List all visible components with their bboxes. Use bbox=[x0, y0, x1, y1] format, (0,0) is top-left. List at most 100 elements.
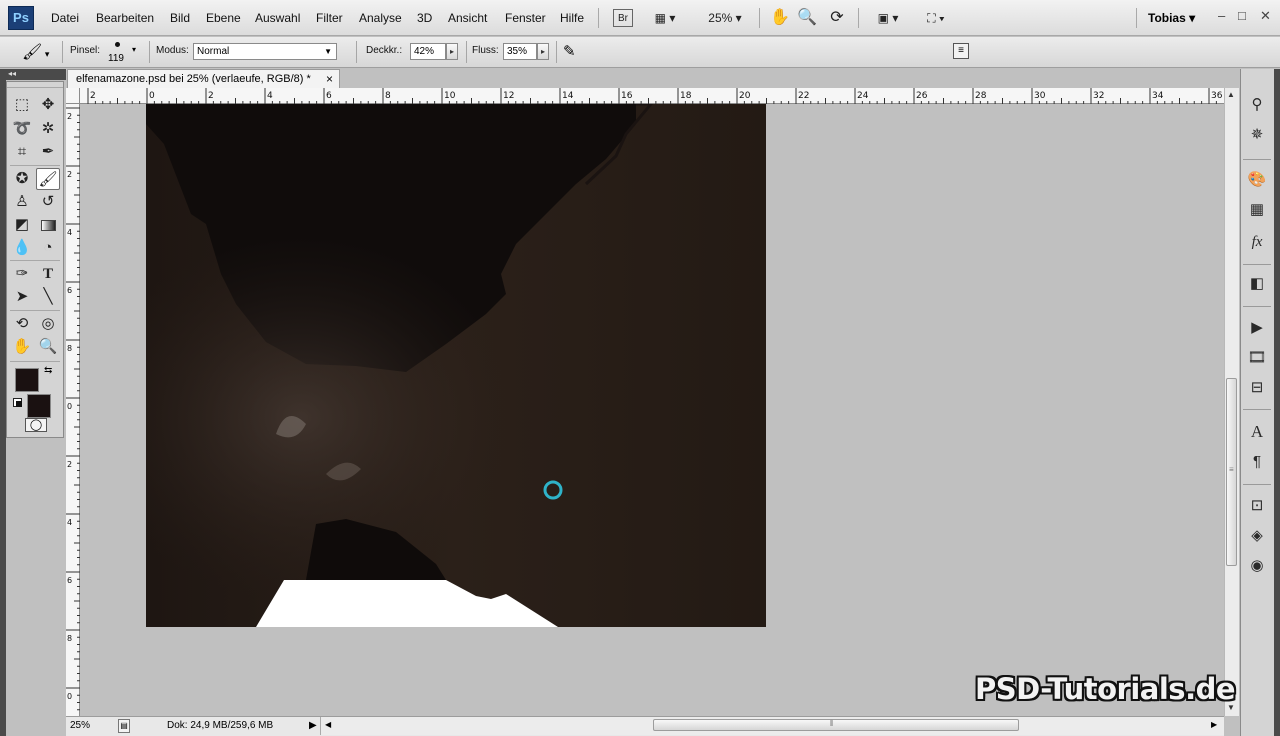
dodge-tool[interactable]: ◔ bbox=[36, 237, 60, 259]
move-tool[interactable]: ✥ bbox=[36, 94, 60, 116]
color-panel-button[interactable]: 🎨 bbox=[1245, 169, 1269, 191]
swatches-panel-button[interactable]: ▦ bbox=[1245, 199, 1269, 221]
opacity-slider-button[interactable]: ▸ bbox=[446, 43, 458, 60]
horizontal-scroll-thumb[interactable]: ⦀ bbox=[653, 719, 1019, 731]
dock-separator bbox=[1243, 409, 1271, 410]
workspace-switcher[interactable]: Tobias ▾ bbox=[1148, 11, 1195, 25]
quick-mask-button[interactable]: ◯ bbox=[25, 418, 47, 432]
zoom-tool-button[interactable]: 🔍 bbox=[797, 8, 817, 28]
history-brush-tool[interactable]: ↺ bbox=[36, 191, 60, 213]
swap-colors-button[interactable]: ⇆ bbox=[44, 365, 52, 376]
navigator-button[interactable]: ✵ bbox=[1245, 124, 1269, 146]
layers-panel-button[interactable]: ◈ bbox=[1245, 525, 1269, 547]
hand-tool-button[interactable]: ✋ bbox=[770, 8, 790, 28]
type-tool[interactable]: T bbox=[36, 263, 60, 285]
toolbox-grip[interactable] bbox=[7, 82, 63, 88]
menu-auswahl[interactable]: Auswahl bbox=[255, 11, 300, 25]
eraser-tool[interactable]: ◩ bbox=[10, 214, 34, 236]
rotate-view-button[interactable]: ⟳ bbox=[827, 8, 847, 28]
options-separator bbox=[62, 41, 63, 63]
magic-wand-tool[interactable]: ✲ bbox=[36, 118, 60, 140]
status-doc-button[interactable]: ▤ bbox=[118, 719, 130, 733]
paragraph-panel-button[interactable]: ¶ bbox=[1245, 451, 1269, 473]
flow-slider-button[interactable]: ▸ bbox=[537, 43, 549, 60]
minimize-button[interactable]: – bbox=[1218, 8, 1225, 23]
ruler-label: 4 bbox=[267, 91, 273, 101]
timeline-panel-button[interactable]: ⊟ bbox=[1245, 377, 1269, 399]
menu-analyse[interactable]: Analyse bbox=[359, 11, 402, 25]
history-brush-icon: ↺ bbox=[41, 193, 55, 210]
maximize-button[interactable]: □ bbox=[1238, 8, 1246, 23]
animation-panel-button[interactable]: 🎞 bbox=[1245, 347, 1269, 369]
close-tab-button[interactable]: × bbox=[326, 70, 333, 88]
blur-tool[interactable]: 💧 bbox=[10, 237, 34, 259]
hand-icon: ✋ bbox=[12, 338, 32, 355]
screen-mode-icon: ⛶ ▾ bbox=[927, 11, 945, 25]
brush-panel-toggle[interactable]: ≡ bbox=[953, 43, 969, 59]
arrange-documents-button[interactable]: ▣ ▾ bbox=[870, 8, 906, 28]
lasso-tool[interactable]: ➰ bbox=[10, 118, 34, 140]
ruler-origin[interactable] bbox=[66, 88, 80, 104]
airbrush-toggle[interactable]: ✎ bbox=[563, 42, 576, 60]
adjustments-panel-button[interactable]: ◧ bbox=[1245, 273, 1269, 295]
opacity-field[interactable]: 42% bbox=[410, 43, 446, 60]
path-selection-tool[interactable]: ➤ bbox=[10, 286, 34, 308]
tool-separator bbox=[10, 165, 60, 166]
tool-separator bbox=[10, 260, 60, 261]
screen-mode-button[interactable]: ⛶ ▾ bbox=[918, 8, 954, 28]
mode-dropdown[interactable]: Normal ▼ bbox=[193, 43, 337, 60]
foreground-color-swatch[interactable] bbox=[15, 368, 39, 392]
brush-picker[interactable]: 119 ▾ bbox=[106, 39, 142, 65]
close-window-button[interactable]: ✕ bbox=[1260, 8, 1271, 24]
menu-ebene[interactable]: Ebene bbox=[206, 11, 241, 25]
document-canvas[interactable] bbox=[146, 104, 766, 627]
document-tab[interactable]: elfenamazone.psd bei 25% (verlaeufe, RGB… bbox=[67, 69, 340, 89]
menu-bild[interactable]: Bild bbox=[170, 11, 190, 25]
menu-datei[interactable]: Datei bbox=[51, 11, 79, 25]
menu-filter[interactable]: Filter bbox=[316, 11, 343, 25]
3d-rotate-tool[interactable]: ⟲ bbox=[10, 313, 34, 335]
zoom-tool[interactable]: 🔍 bbox=[36, 336, 60, 358]
marquee-tool[interactable]: ⬚ bbox=[10, 94, 34, 116]
quick-mask-icon: ◯ bbox=[29, 419, 43, 431]
character-panel-button[interactable]: A bbox=[1245, 421, 1269, 443]
scroll-up-button[interactable]: ▲ bbox=[1227, 90, 1235, 99]
status-zoom[interactable]: 25% bbox=[70, 720, 90, 731]
pen-tool[interactable]: ✑ bbox=[10, 263, 34, 285]
status-menu-button[interactable]: ▶ bbox=[309, 720, 317, 731]
background-color-swatch[interactable] bbox=[27, 394, 51, 418]
toolbox-header[interactable]: ◂◂ bbox=[0, 69, 66, 80]
line-tool[interactable]: ╲ bbox=[36, 286, 60, 308]
styles-panel-button[interactable]: fx bbox=[1245, 231, 1269, 253]
menu-hilfe[interactable]: Hilfe bbox=[560, 11, 584, 25]
zoom-level-dropdown[interactable]: 25% ▾ bbox=[700, 8, 750, 28]
scroll-left-button[interactable]: ◀ bbox=[325, 720, 331, 729]
channels-panel-button[interactable]: ◉ bbox=[1245, 555, 1269, 577]
default-colors-button[interactable] bbox=[13, 398, 22, 407]
vertical-scrollbar[interactable]: ≡ ▲ ▼ bbox=[1224, 88, 1239, 716]
menu-3d[interactable]: 3D bbox=[417, 11, 432, 25]
brush-presets-button[interactable]: ⚲ bbox=[1245, 94, 1269, 116]
clone-stamp-tool[interactable]: ♙ bbox=[10, 191, 34, 213]
ruler-label: 10 bbox=[444, 91, 456, 101]
menu-ansicht[interactable]: Ansicht bbox=[448, 11, 487, 25]
eyedropper-tool[interactable]: ✒ bbox=[36, 141, 60, 163]
dodge-icon: ◔ bbox=[43, 239, 53, 256]
spot-healing-tool[interactable]: ✪ bbox=[10, 168, 34, 190]
bridge-button[interactable]: Br bbox=[613, 9, 633, 27]
gradient-tool[interactable] bbox=[36, 214, 60, 236]
transform-panel-button[interactable]: ⊡ bbox=[1245, 495, 1269, 517]
flow-field[interactable]: 35% bbox=[503, 43, 537, 60]
scroll-right-button[interactable]: ▶ bbox=[1211, 720, 1217, 729]
brush-tool[interactable]: 🖌 bbox=[36, 168, 60, 190]
horizontal-scrollbar[interactable]: ◀ ⦀ ▶ bbox=[320, 717, 1224, 735]
menu-fenster[interactable]: Fenster bbox=[505, 11, 546, 25]
tool-preset-picker[interactable]: 🖌 ▾ bbox=[22, 42, 49, 62]
view-extras-button[interactable]: ▦ ▾ bbox=[647, 8, 683, 28]
crop-tool[interactable]: ⌗ bbox=[10, 141, 34, 163]
vertical-scroll-thumb[interactable]: ≡ bbox=[1226, 378, 1237, 566]
hand-tool[interactable]: ✋ bbox=[10, 336, 34, 358]
3d-orbit-tool[interactable]: ◎ bbox=[36, 313, 60, 335]
menu-bearbeiten[interactable]: Bearbeiten bbox=[96, 11, 154, 25]
actions-panel-button[interactable]: ▶ bbox=[1245, 317, 1269, 339]
